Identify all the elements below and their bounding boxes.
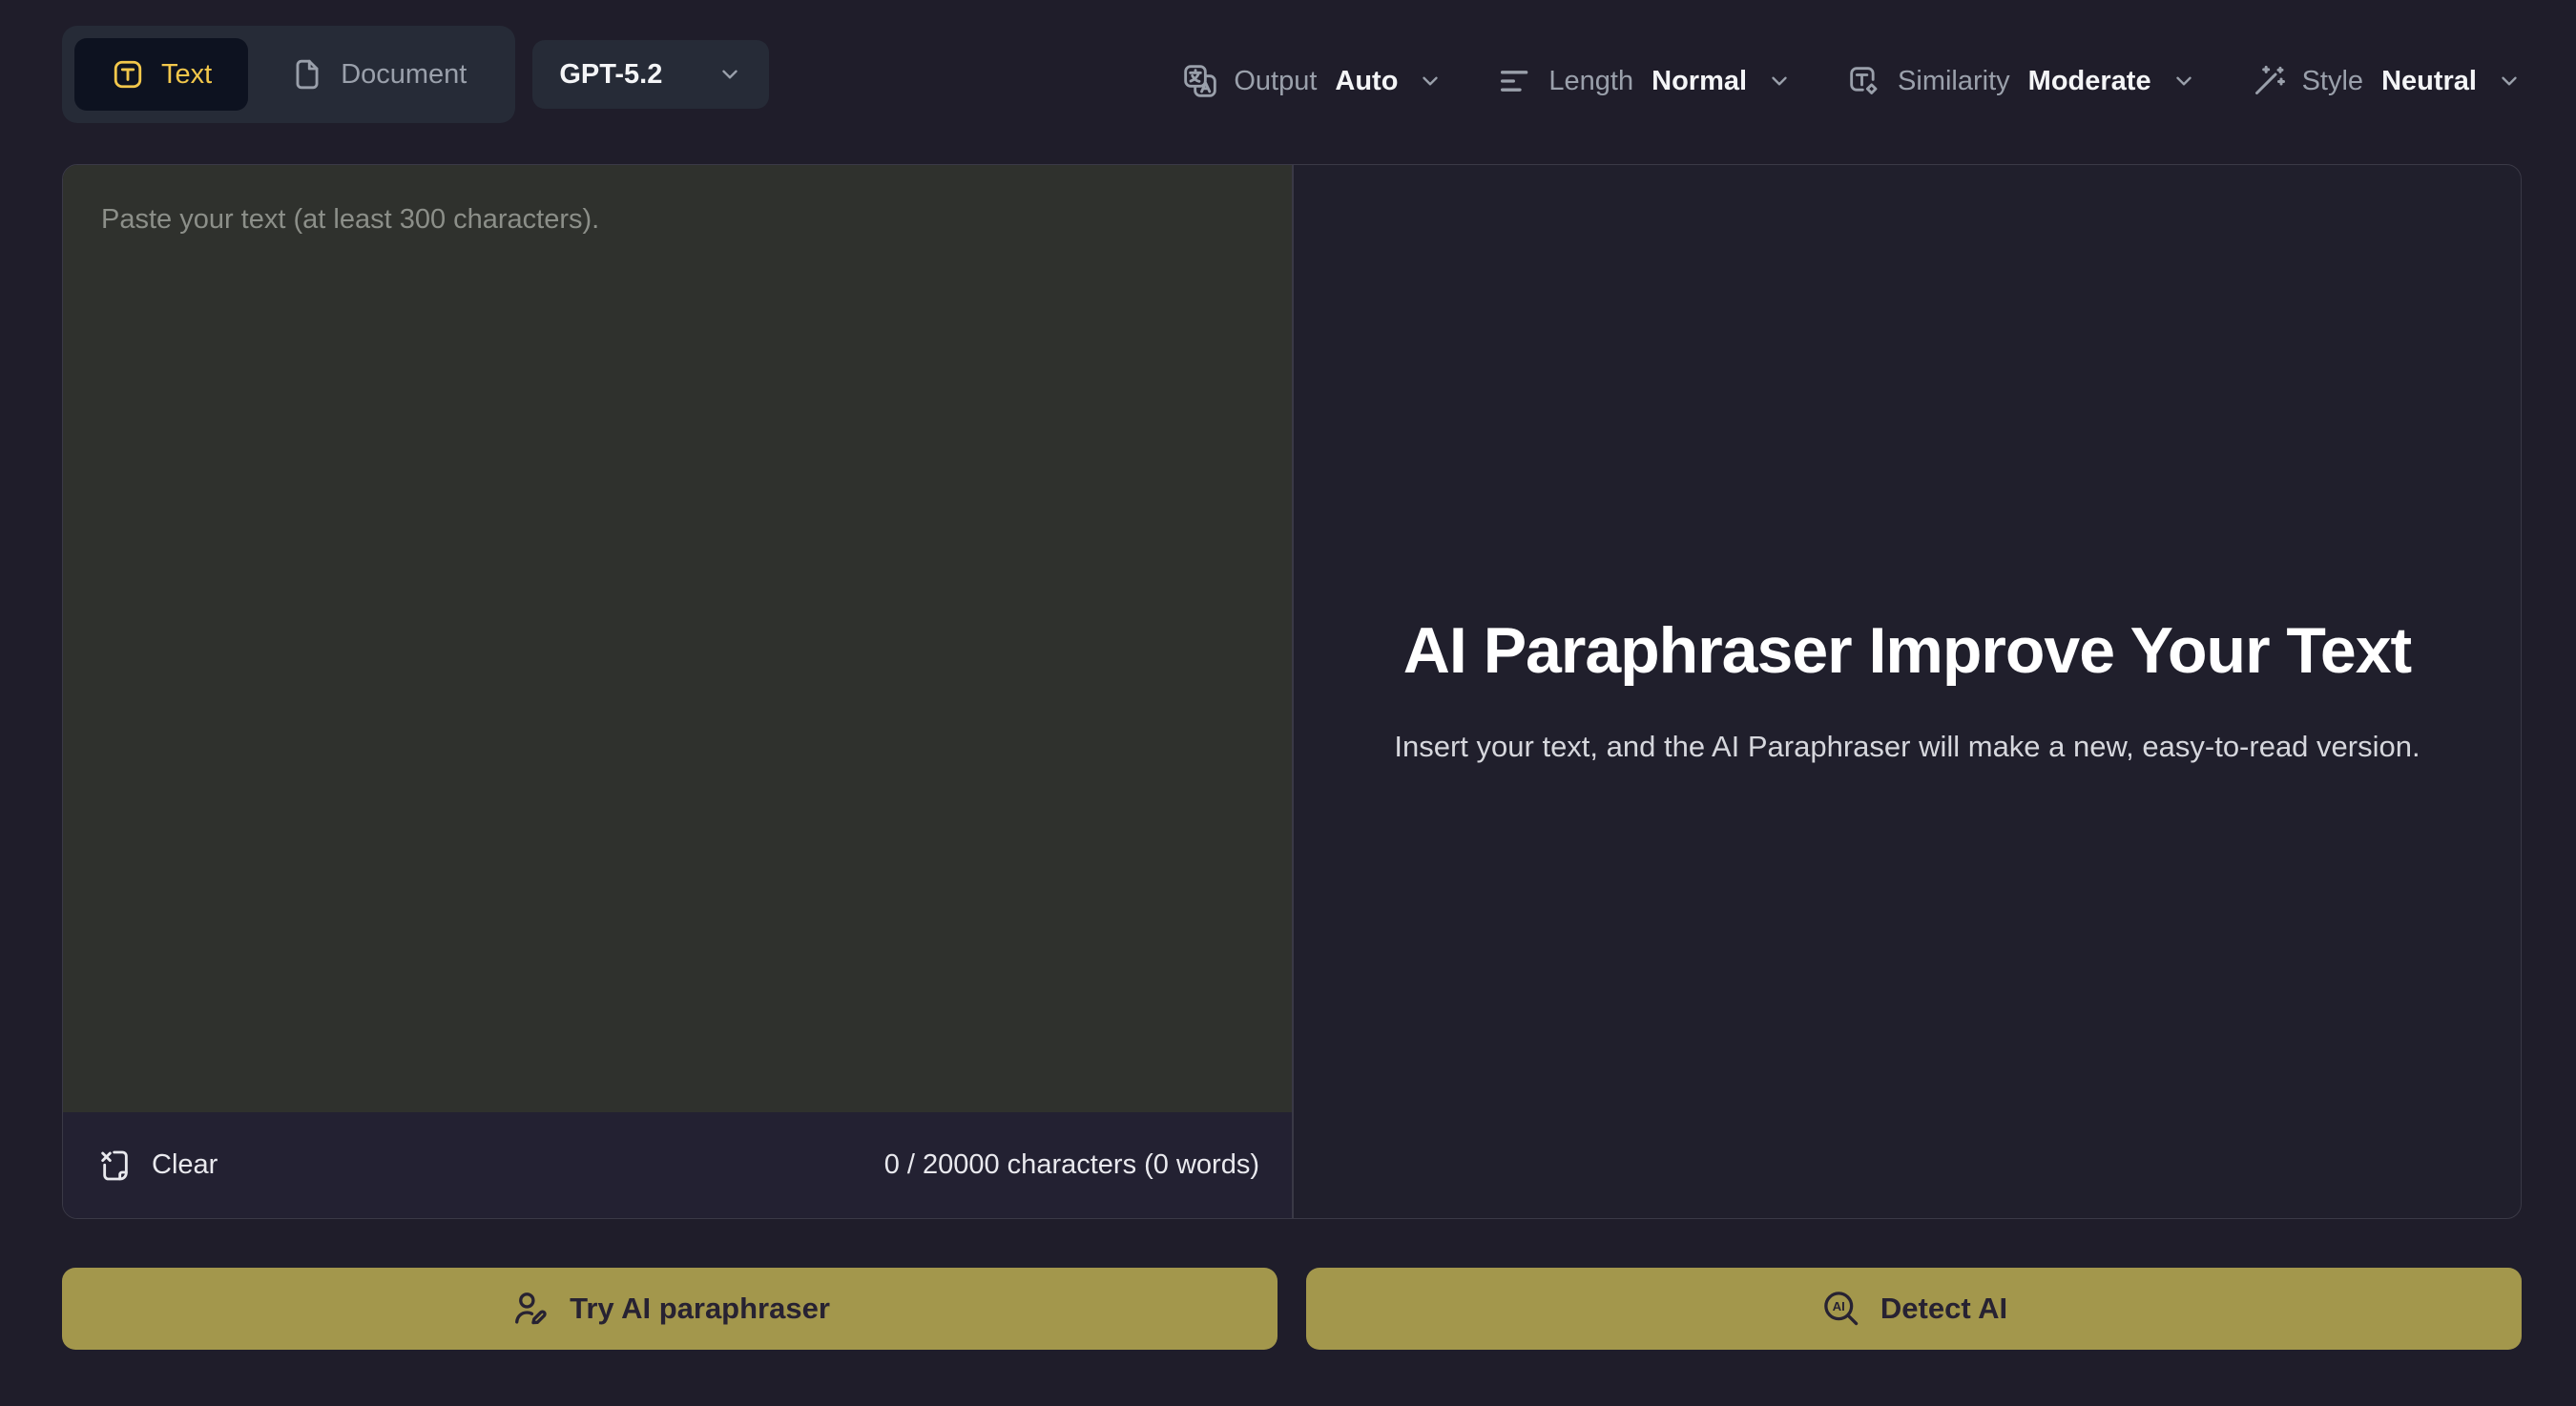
- tab-text[interactable]: Text: [74, 38, 248, 111]
- setting-value: Neutral: [2381, 66, 2477, 97]
- page-title: AI Paraphraser Improve Your Text: [1403, 613, 2411, 690]
- setting-value: Moderate: [2028, 66, 2151, 97]
- ai-magnifier-icon: AI: [1820, 1288, 1862, 1330]
- style-dropdown[interactable]: Style Neutral: [2250, 62, 2522, 100]
- editor-section: Clear 0 / 20000 characters (0 words): [63, 165, 1292, 1218]
- try-paraphraser-button[interactable]: Try AI paraphraser: [62, 1268, 1278, 1350]
- source-text-input[interactable]: [63, 165, 1292, 1112]
- chevron-down-icon: [2171, 69, 2196, 93]
- user-pen-icon: [509, 1288, 551, 1330]
- setting-label: Style: [2302, 66, 2363, 97]
- toolbar: Text Document GPT-5.2: [62, 25, 2522, 124]
- chevron-down-icon: [2497, 69, 2522, 93]
- paraphraser-app: Text Document GPT-5.2: [0, 0, 2576, 1406]
- setting-label: Output: [1234, 66, 1317, 97]
- clear-button[interactable]: Clear: [95, 1147, 218, 1185]
- chevron-down-icon: [1767, 69, 1792, 93]
- action-buttons: Try AI paraphraser AI Detect AI: [62, 1268, 2522, 1350]
- output-language-dropdown[interactable]: Output Auto: [1181, 62, 1443, 100]
- tab-document-label: Document: [341, 59, 467, 91]
- paraphrase-settings: Output Auto Length Normal: [1181, 62, 2522, 100]
- detect-ai-button[interactable]: AI Detect AI: [1306, 1268, 2522, 1350]
- input-mode-tabs: Text Document: [62, 26, 515, 123]
- text-icon: [111, 57, 145, 92]
- tab-document[interactable]: Document: [254, 38, 503, 111]
- setting-label: Length: [1548, 66, 1633, 97]
- character-counter: 0 / 20000 characters (0 words): [884, 1149, 1259, 1181]
- setting-value: Normal: [1652, 66, 1747, 97]
- tab-text-label: Text: [161, 59, 212, 91]
- try-paraphraser-label: Try AI paraphraser: [570, 1292, 830, 1326]
- similarity-dropdown[interactable]: Similarity Moderate: [1845, 62, 2196, 100]
- paraphraser-panel: Clear 0 / 20000 characters (0 words) AI …: [62, 164, 2522, 1219]
- toolbar-left: Text Document GPT-5.2: [62, 26, 769, 123]
- translate-icon: [1181, 62, 1219, 100]
- editor-footer: Clear 0 / 20000 characters (0 words): [63, 1112, 1292, 1218]
- clear-document-icon: [95, 1147, 134, 1185]
- document-icon: [290, 57, 324, 92]
- setting-value: Auto: [1335, 66, 1398, 97]
- chevron-down-icon: [717, 62, 742, 87]
- svg-text:AI: AI: [1833, 1299, 1845, 1313]
- detect-ai-label: Detect AI: [1880, 1292, 2007, 1326]
- page-subtitle: Insert your text, and the AI Paraphraser…: [1394, 724, 2420, 770]
- intro-section: AI Paraphraser Improve Your Text Insert …: [1294, 165, 2521, 1218]
- model-select-value: GPT-5.2: [559, 59, 662, 91]
- clear-button-label: Clear: [152, 1149, 218, 1181]
- length-dropdown[interactable]: Length Normal: [1496, 62, 1792, 100]
- setting-label: Similarity: [1898, 66, 2010, 97]
- magic-wand-icon: [2250, 62, 2288, 100]
- model-select[interactable]: GPT-5.2: [532, 40, 769, 109]
- text-similarity-icon: [1845, 62, 1883, 100]
- chevron-down-icon: [1418, 69, 1443, 93]
- text-lines-icon: [1496, 62, 1534, 100]
